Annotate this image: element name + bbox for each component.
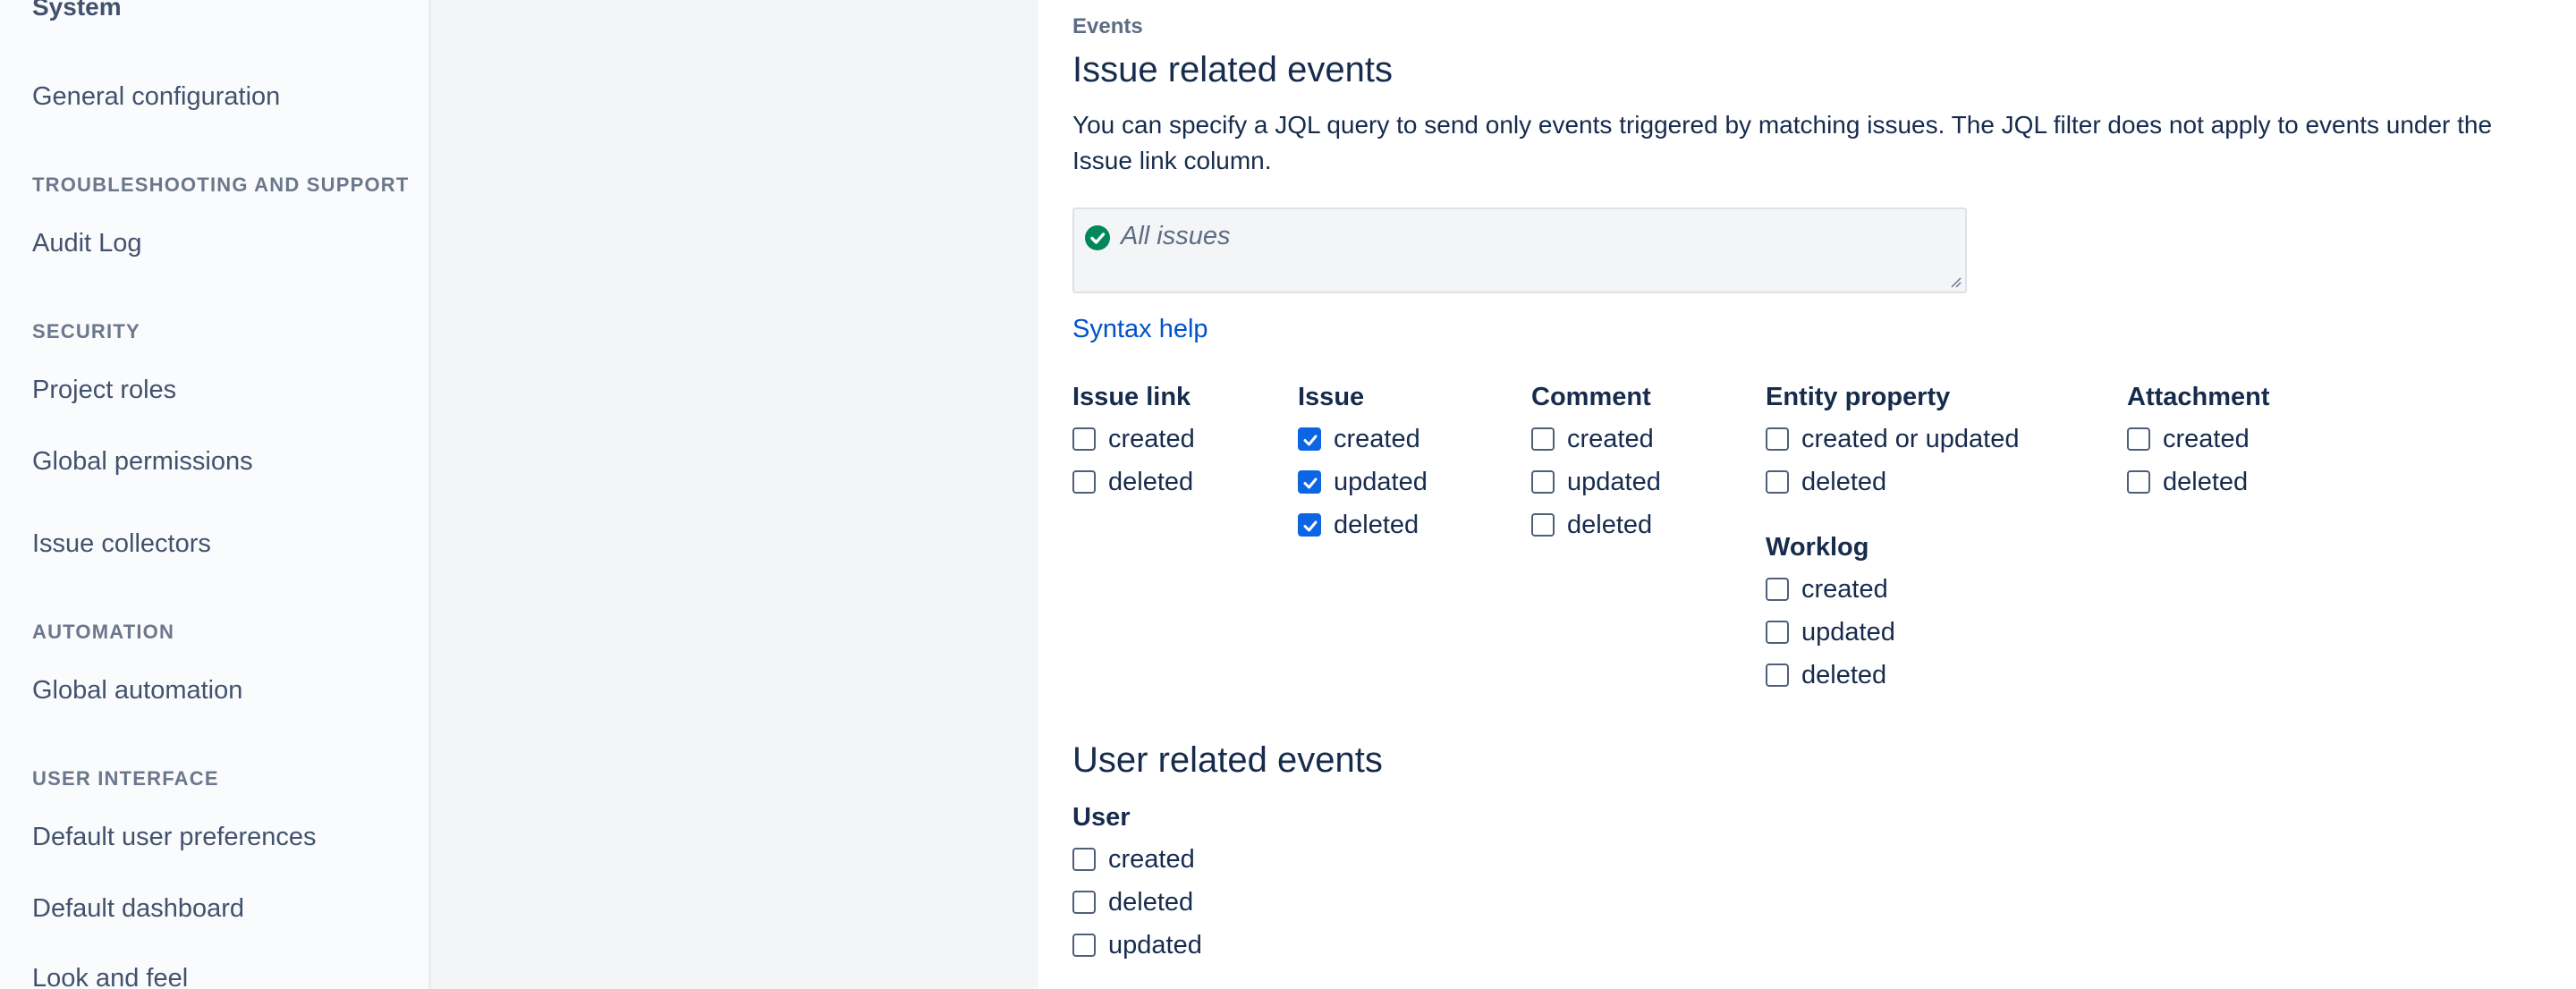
- checkbox-issue-created[interactable]: created: [1298, 418, 1428, 461]
- sidebar-section-system: System: [32, 0, 122, 21]
- checkbox-worklog-created[interactable]: created: [1766, 568, 1895, 611]
- group-title: Worklog: [1766, 533, 1869, 562]
- checkbox-user-created[interactable]: created: [1072, 838, 1202, 881]
- checkbox-user-deleted[interactable]: deleted: [1072, 881, 1202, 924]
- sidebar-item-global-automation[interactable]: Global automation: [32, 676, 242, 706]
- checkbox-label: created: [1801, 574, 1888, 604]
- checkbox-label: updated: [1334, 467, 1428, 496]
- checkbox-box[interactable]: [1072, 934, 1096, 957]
- checkbox-box[interactable]: [1072, 848, 1096, 871]
- checkbox-box[interactable]: [1766, 427, 1789, 451]
- jql-input[interactable]: All issues: [1072, 207, 1967, 293]
- checkbox-label: created: [1567, 424, 1654, 453]
- group-title: Entity property: [1766, 383, 1951, 411]
- checkbox-label: created: [1334, 424, 1420, 453]
- sidebar-item-default-dashboard[interactable]: Default dashboard: [32, 894, 244, 924]
- app-root: System General configuration TROUBLESHOO…: [0, 0, 2576, 989]
- page-gutter: [434, 0, 1038, 989]
- checkbox-label: updated: [1567, 467, 1661, 496]
- group-user: User created deleted updated: [1072, 803, 1202, 967]
- group-entity-property: Entity property created or updated delet…: [1766, 383, 2019, 503]
- checkbox-user-updated[interactable]: updated: [1072, 924, 1202, 967]
- sidebar-section-troubleshooting: TROUBLESHOOTING AND SUPPORT: [32, 173, 410, 196]
- checkbox-worklog-deleted[interactable]: deleted: [1766, 654, 1895, 697]
- checkbox-label: deleted: [1801, 660, 1887, 689]
- group-title: Comment: [1531, 383, 1651, 411]
- sidebar-item-default-user-preferences[interactable]: Default user preferences: [32, 823, 317, 852]
- checkbox-box[interactable]: [1766, 664, 1789, 687]
- sidebar-item-project-roles[interactable]: Project roles: [32, 376, 176, 405]
- checkbox-issue-link-created[interactable]: created: [1072, 418, 1195, 461]
- sidebar-item-look-and-feel[interactable]: Look and feel: [32, 964, 188, 989]
- user-events-heading: User related events: [1072, 740, 1383, 780]
- checkbox-label: updated: [1801, 617, 1895, 647]
- issue-events-heading: Issue related events: [1072, 50, 1393, 89]
- checkbox-box[interactable]: [1072, 470, 1096, 494]
- checkbox-issue-deleted[interactable]: deleted: [1298, 503, 1428, 546]
- checkbox-label: deleted: [1334, 510, 1419, 539]
- checkbox-box[interactable]: [2127, 470, 2150, 494]
- group-title: Issue: [1298, 383, 1365, 411]
- checkbox-attachment-created[interactable]: created: [2127, 418, 2270, 461]
- group-comment: Comment created updated deleted: [1531, 383, 1661, 546]
- checkbox-box[interactable]: [1766, 470, 1789, 494]
- checkbox-label: deleted: [1567, 510, 1653, 539]
- checkbox-box[interactable]: [2127, 427, 2150, 451]
- events-panel: Events Issue related events You can spec…: [1038, 0, 2576, 989]
- admin-sidebar: System General configuration TROUBLESHOO…: [0, 0, 431, 989]
- events-eyebrow: Events: [1072, 14, 1143, 38]
- checkbox-box[interactable]: [1766, 578, 1789, 601]
- sidebar-item-audit-log[interactable]: Audit Log: [32, 229, 142, 258]
- group-title: User: [1072, 803, 1131, 832]
- checkbox-label: created: [1108, 424, 1195, 453]
- checkbox-worklog-updated[interactable]: updated: [1766, 611, 1895, 654]
- checkbox-label: updated: [1108, 930, 1202, 959]
- checkbox-box[interactable]: [1531, 470, 1555, 494]
- checkbox-box[interactable]: [1298, 513, 1321, 537]
- jql-value: All issues: [1121, 222, 1231, 250]
- group-issue: Issue created updated deleted: [1298, 383, 1428, 546]
- checkbox-box[interactable]: [1072, 891, 1096, 914]
- checkbox-box[interactable]: [1531, 427, 1555, 451]
- sidebar-item-general-configuration[interactable]: General configuration: [32, 82, 280, 112]
- sidebar-section-automation: AUTOMATION: [32, 621, 175, 643]
- group-worklog: Worklog created updated deleted: [1766, 533, 1895, 697]
- sidebar-section-user-interface: USER INTERFACE: [32, 767, 219, 790]
- checkbox-issue-updated[interactable]: updated: [1298, 461, 1428, 503]
- group-issue-link: Issue link created deleted: [1072, 383, 1195, 503]
- checkbox-box[interactable]: [1072, 427, 1096, 451]
- checkbox-issue-link-deleted[interactable]: deleted: [1072, 461, 1195, 503]
- checkbox-attachment-deleted[interactable]: deleted: [2127, 461, 2270, 503]
- checkbox-entity-property-deleted[interactable]: deleted: [1766, 461, 2019, 503]
- checkbox-label: deleted: [1108, 887, 1194, 917]
- checkbox-box[interactable]: [1766, 621, 1789, 644]
- check-circle-icon: [1085, 225, 1110, 250]
- checkbox-label: deleted: [1801, 467, 1887, 496]
- checkbox-entity-property-created-or-updated[interactable]: created or updated: [1766, 418, 2019, 461]
- checkbox-comment-deleted[interactable]: deleted: [1531, 503, 1661, 546]
- group-attachment: Attachment created deleted: [2127, 383, 2270, 503]
- jql-description: You can specify a JQL query to send only…: [1072, 111, 2493, 174]
- checkbox-label: created: [2163, 424, 2250, 453]
- sidebar-item-global-permissions[interactable]: Global permissions: [32, 447, 253, 477]
- checkbox-label: deleted: [1108, 467, 1194, 496]
- checkbox-label: created or updated: [1801, 424, 2020, 453]
- checkbox-box[interactable]: [1298, 470, 1321, 494]
- checkbox-comment-created[interactable]: created: [1531, 418, 1661, 461]
- group-title: Issue link: [1072, 383, 1191, 411]
- checkbox-comment-updated[interactable]: updated: [1531, 461, 1661, 503]
- checkbox-label: deleted: [2163, 467, 2249, 496]
- syntax-help-link[interactable]: Syntax help: [1072, 315, 1208, 344]
- group-title: Attachment: [2127, 383, 2270, 411]
- sidebar-item-issue-collectors[interactable]: Issue collectors: [32, 529, 211, 559]
- checkbox-box[interactable]: [1531, 513, 1555, 537]
- resize-handle-icon[interactable]: [1947, 274, 1962, 288]
- checkbox-box[interactable]: [1298, 427, 1321, 451]
- sidebar-section-security: SECURITY: [32, 320, 140, 342]
- checkbox-label: created: [1108, 844, 1195, 874]
